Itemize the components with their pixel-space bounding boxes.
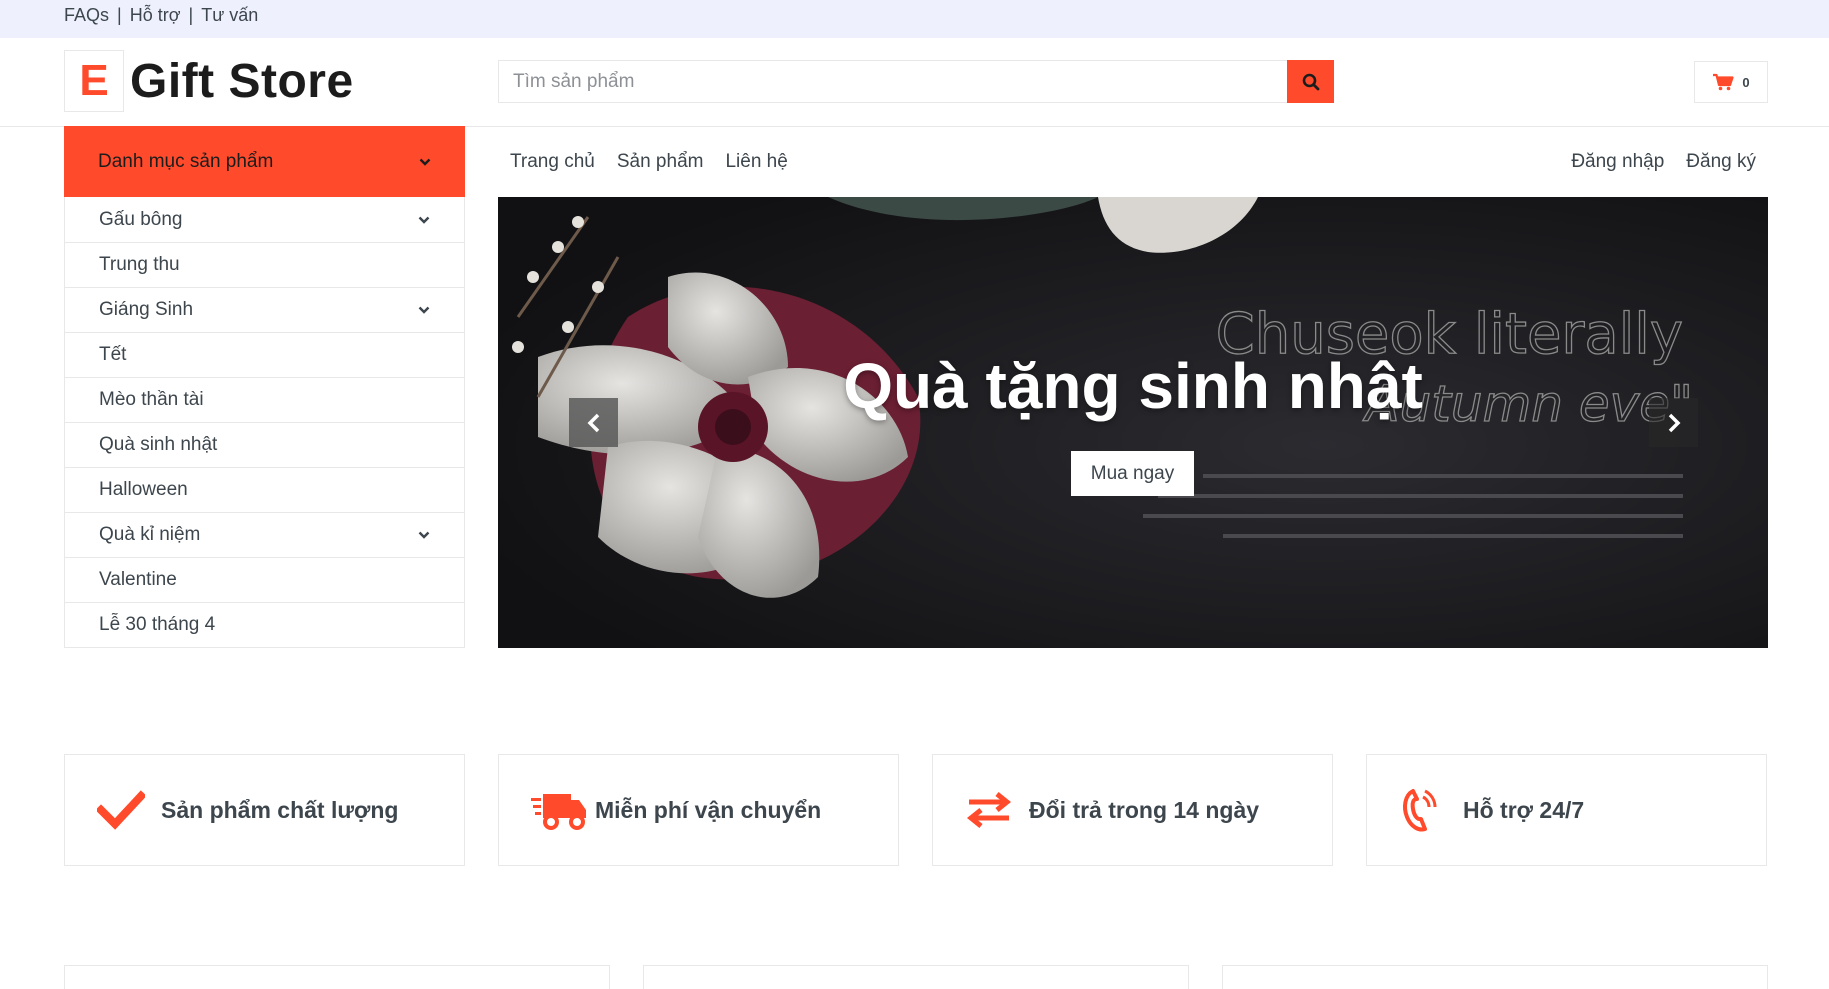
hero-carousel[interactable]: Chuseok literally Autumn eve" Quà tặng s… (498, 197, 1768, 648)
category-item-label: Quà sinh nhật (99, 434, 218, 455)
search-bar (498, 60, 1334, 103)
category-item-label: Valentine (99, 569, 177, 590)
separator: | (117, 5, 122, 25)
category-item[interactable]: Valentine (65, 557, 464, 602)
product-card[interactable] (643, 965, 1189, 989)
feature-label: Sản phẩm chất lượng (161, 796, 399, 823)
search-button[interactable] (1287, 60, 1334, 103)
shopping-cart-icon (1713, 73, 1734, 91)
category-item[interactable]: Quà sinh nhật (65, 422, 464, 467)
feature-label: Miễn phí vận chuyển (595, 796, 822, 823)
chevron-right-icon (1668, 413, 1680, 432)
product-card[interactable] (1222, 965, 1768, 989)
search-input[interactable] (498, 60, 1287, 103)
nav-left: Trang chủ Sản phẩm Liên hệ (510, 151, 788, 173)
category-item-label: Gấu bông (99, 208, 183, 230)
category-item-label: Tết (99, 344, 127, 365)
faqs-link[interactable]: FAQs (64, 5, 109, 26)
main-nav: Trang chủ Sản phẩm Liên hệ Đăng nhập Đăn… (498, 126, 1768, 197)
cart-count: 0 (1742, 74, 1750, 90)
category-list: Gấu bông Trung thu Giáng Sinh Tết Mèo thần t… (64, 197, 465, 648)
feature-returns: Đổi trả trong 14 ngày (932, 754, 1333, 866)
shop-now-button[interactable]: Mua ngay (1071, 451, 1194, 496)
feature-free-shipping: Miễn phí vận chuyển (498, 754, 899, 866)
top-bar: FAQs | Hỗ trợ | Tư vấn (0, 0, 1829, 38)
logo-mark: E (64, 50, 124, 112)
category-item[interactable]: Gấu bông (65, 197, 464, 242)
header: E Gift Store 0 (0, 38, 1829, 127)
feature-quality: Sản phẩm chất lượng (64, 754, 465, 866)
nav-home[interactable]: Trang chủ (510, 151, 595, 173)
category-item[interactable]: Trung thu (65, 242, 464, 287)
category-item[interactable]: Lễ 30 tháng 4 (65, 602, 464, 647)
logo[interactable]: E Gift Store (64, 50, 354, 112)
category-item-label: Quà kỉ niệm (99, 524, 201, 545)
category-menu-toggle[interactable]: Danh mục sản phẩm (64, 126, 465, 197)
category-item[interactable]: Mèo thần tài (65, 377, 464, 422)
chevron-down-icon[interactable] (418, 216, 430, 224)
separator: | (188, 5, 194, 25)
carousel-prev-button[interactable] (569, 398, 618, 447)
chevron-down-icon (419, 158, 431, 166)
category-item[interactable]: Giáng Sinh (65, 287, 464, 332)
feature-support: Hỗ trợ 24/7 (1366, 754, 1767, 866)
category-item-label: Trung thu (99, 254, 180, 275)
cart-button[interactable]: 0 (1694, 61, 1768, 103)
consult-link[interactable]: Tư vấn (201, 5, 258, 26)
nav-products[interactable]: Sản phẩm (617, 151, 704, 173)
search-icon (1302, 73, 1319, 90)
phone-icon (1403, 789, 1437, 832)
category-item-label: Halloween (99, 479, 188, 500)
category-item[interactable]: Halloween (65, 467, 464, 512)
feature-label: Đổi trả trong 14 ngày (1029, 796, 1260, 823)
category-item[interactable]: Quà kỉ niệm (65, 512, 464, 557)
top-links: FAQs | Hỗ trợ | Tư vấn (64, 5, 258, 26)
banner-title: Quà tặng sinh nhật (843, 350, 1423, 422)
nav-right: Đăng nhập Đăng ký (1571, 151, 1756, 173)
checkmark-icon (97, 790, 145, 830)
category-item[interactable]: Tết (65, 332, 464, 377)
nav-login[interactable]: Đăng nhập (1571, 151, 1664, 173)
shipping-truck-icon (531, 794, 586, 830)
category-menu-label: Danh mục sản phẩm (98, 150, 274, 172)
carousel-next-button[interactable] (1649, 398, 1698, 447)
support-link[interactable]: Hỗ trợ (130, 5, 181, 26)
exchange-arrows-icon (966, 792, 1012, 828)
product-card[interactable] (64, 965, 610, 989)
category-item-label: Mèo thần tài (99, 389, 204, 410)
logo-text: Gift Store (130, 54, 354, 108)
category-item-label: Giáng Sinh (99, 299, 194, 320)
chevron-down-icon[interactable] (418, 306, 430, 314)
feature-label: Hỗ trợ 24/7 (1463, 796, 1585, 823)
nav-register[interactable]: Đăng ký (1686, 151, 1756, 173)
chevron-left-icon (587, 413, 599, 432)
nav-contact[interactable]: Liên hệ (725, 151, 787, 173)
chevron-down-icon[interactable] (418, 531, 430, 539)
category-item-label: Lễ 30 tháng 4 (99, 614, 216, 635)
